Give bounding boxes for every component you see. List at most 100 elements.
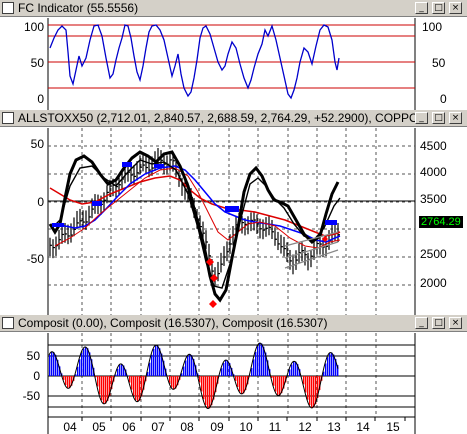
histogram-bar (53, 352, 55, 376)
histogram-bar (303, 376, 305, 385)
close-button[interactable]: × (449, 2, 462, 14)
histogram-bar (139, 376, 141, 401)
histogram-bar (241, 376, 243, 394)
fc-title-bar[interactable]: FC Indicator (55.5556) _ □ × (0, 0, 467, 17)
histogram-bar (169, 376, 171, 383)
histogram-bar (239, 376, 241, 392)
histogram-bar (225, 360, 227, 376)
histogram-bar (83, 348, 85, 376)
main-right-axis-2500: 2500 (420, 247, 447, 261)
minimize-button[interactable]: _ (415, 2, 428, 14)
year-label: 12 (298, 420, 312, 434)
histogram-bar (221, 368, 223, 376)
fc-plot[interactable]: 100 50 0 100 50 0 (0, 18, 467, 110)
fc-axis-0: 0 (37, 92, 44, 106)
histogram-bar (155, 345, 157, 376)
minimize-button[interactable]: _ (415, 317, 428, 329)
fc-axis-100: 100 (24, 20, 44, 34)
histogram-bar (329, 353, 331, 376)
minimize-button[interactable]: _ (415, 112, 428, 124)
histogram-bar (307, 376, 309, 400)
main-plot[interactable]: 50 0 -50 4500 4000 3500 3000 2500 2000 (0, 128, 467, 315)
window-icon (2, 112, 14, 124)
histogram-bar (49, 355, 51, 376)
histogram-bar (309, 376, 311, 406)
histogram-bar (289, 369, 291, 376)
histogram-bar (261, 343, 263, 376)
histogram-bar (85, 346, 87, 376)
maximize-button[interactable]: □ (432, 2, 445, 14)
last-price-label: 2764.29 (418, 215, 464, 229)
main-title: ALLSTOXX50 (2,712.01, 2,840.57, 2,688.59… (18, 111, 423, 125)
year-label: 08 (180, 420, 194, 434)
maximize-button[interactable]: □ (432, 317, 445, 329)
maximize-button[interactable]: □ (432, 112, 445, 124)
histogram-bar (99, 376, 101, 395)
close-button[interactable]: × (449, 317, 462, 329)
histogram-bar (81, 352, 83, 376)
histogram-bar (205, 376, 207, 406)
histogram-bar (325, 363, 327, 376)
fc-title: FC Indicator (55.5556) (18, 1, 139, 15)
histogram-bar (133, 376, 135, 396)
histogram-bar (149, 362, 151, 376)
histogram-bar (157, 345, 159, 376)
fc-indicator-window[interactable]: FC Indicator (55.5556) _ □ × 100 50 0 10… (0, 0, 467, 110)
main-title-bar[interactable]: ALLSTOXX50 (2,712.01, 2,840.57, 2,688.59… (0, 110, 467, 127)
window-icon (2, 317, 14, 329)
year-label: 15 (386, 420, 400, 434)
histogram-bar (255, 351, 257, 376)
histogram-bar (77, 366, 79, 376)
histogram-bar (151, 354, 153, 376)
composit-title-bar[interactable]: Composit (0.00), Composit (16.5307), Com… (0, 315, 467, 332)
main-right-axis-4000: 4000 (420, 165, 447, 179)
histogram-bar (189, 354, 191, 376)
composit-plot[interactable]: 50 0 -50 04 05 06 07 08 09 10 11 12 13 14 15 (0, 333, 467, 434)
histogram-bar (187, 356, 189, 376)
close-button[interactable]: × (449, 112, 462, 124)
composit-title: Composit (0.00), Composit (16.5307), Com… (18, 316, 328, 330)
histogram-bar (173, 376, 175, 390)
histogram-bar (257, 346, 259, 376)
histogram-bar (209, 376, 211, 409)
main-left-axis-50: 50 (31, 137, 45, 151)
histogram-bar (97, 376, 99, 387)
main-chart-window[interactable]: ALLSTOXX50 (2,712.01, 2,840.57, 2,688.59… (0, 110, 467, 315)
window-icon (2, 2, 14, 14)
histogram-bar (105, 376, 107, 404)
histogram-bar (153, 348, 155, 376)
year-label: 04 (63, 420, 77, 434)
main-left-axis-0: 0 (37, 195, 44, 209)
histogram-bar (119, 365, 121, 376)
histogram-bar (273, 376, 275, 386)
fc-right-axis-50: 50 (432, 56, 446, 70)
composit-window[interactable]: Composit (0.00), Composit (16.5307), Com… (0, 315, 467, 434)
histogram-bar (313, 376, 315, 408)
year-label: 09 (210, 420, 224, 434)
histogram-bar (277, 376, 279, 395)
histogram-bar (259, 343, 261, 376)
histogram-bar (103, 376, 105, 404)
histogram-bar (131, 376, 133, 390)
fc-right-axis-100: 100 (422, 20, 442, 34)
histogram-bar (201, 376, 203, 392)
histogram-bar (291, 364, 293, 376)
histogram-bar (185, 360, 187, 376)
histogram-bar (237, 376, 239, 387)
year-label: 14 (356, 420, 370, 434)
histogram-bar (67, 376, 69, 388)
histogram-bar (51, 352, 53, 376)
histogram-bar (275, 376, 277, 392)
main-right-axis-2000: 2000 (420, 276, 447, 290)
histogram-bar (305, 376, 307, 393)
main-right-axis-4500: 4500 (420, 139, 447, 153)
histogram-bar (135, 376, 137, 400)
histogram-bar (253, 359, 255, 376)
comp-axis-50: 50 (27, 349, 41, 363)
main-left-axis-neg50: -50 (27, 252, 45, 266)
year-label: 13 (327, 420, 341, 434)
comp-axis-0: 0 (33, 369, 40, 383)
histogram-bar (293, 361, 295, 376)
histogram-bar (203, 376, 205, 400)
histogram-bar (137, 376, 139, 402)
